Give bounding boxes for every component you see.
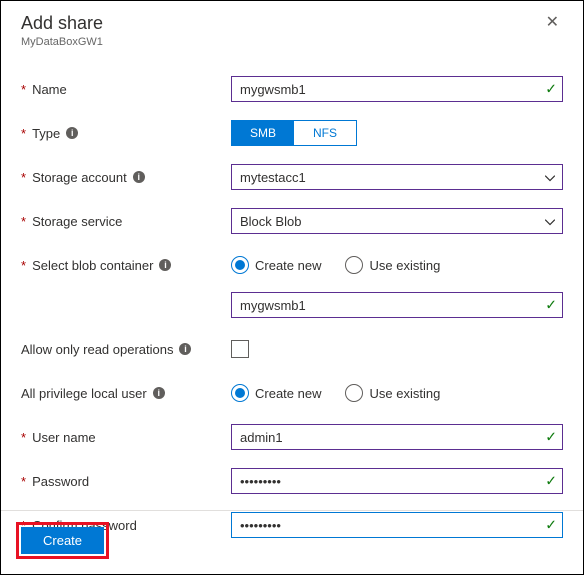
required-asterisk: * [21, 258, 26, 273]
radio-label: Create new [255, 258, 321, 273]
panel-title: Add share [21, 13, 103, 34]
allow-read-checkbox[interactable] [231, 340, 249, 358]
user-name-input[interactable] [231, 424, 563, 450]
radio-create-new[interactable]: Create new [231, 256, 321, 274]
radio-label: Use existing [369, 258, 440, 273]
storage-service-select[interactable]: Block Blob [231, 208, 563, 234]
info-icon: i [179, 343, 191, 355]
label-blob-container: Select blob container [32, 258, 153, 273]
label-privilege-user: All privilege local user [21, 386, 147, 401]
blob-container-radio-group: Create new Use existing [231, 256, 563, 274]
password-input[interactable] [231, 468, 563, 494]
required-asterisk: * [21, 82, 26, 97]
label-name: Name [32, 82, 67, 97]
info-icon: i [133, 171, 145, 183]
radio-create-new-user[interactable]: Create new [231, 384, 321, 402]
label-password: Password [32, 474, 89, 489]
radio-use-existing[interactable]: Use existing [345, 256, 440, 274]
create-button[interactable]: Create [21, 527, 104, 554]
required-asterisk: * [21, 170, 26, 185]
radio-label: Use existing [369, 386, 440, 401]
label-storage-account: Storage account [32, 170, 127, 185]
info-icon: i [159, 259, 171, 271]
container-name-input[interactable] [231, 292, 563, 318]
label-type: Type [32, 126, 60, 141]
storage-account-select[interactable]: mytestacc1 [231, 164, 563, 190]
panel-subtitle: MyDataBoxGW1 [21, 36, 103, 48]
type-option-nfs[interactable]: NFS [294, 121, 356, 145]
info-icon: i [66, 127, 78, 139]
type-option-smb[interactable]: SMB [232, 121, 294, 145]
name-input[interactable] [231, 76, 563, 102]
required-asterisk: * [21, 474, 26, 489]
required-asterisk: * [21, 430, 26, 445]
type-toggle: SMB NFS [231, 120, 357, 146]
radio-use-existing-user[interactable]: Use existing [345, 384, 440, 402]
privilege-user-radio-group: Create new Use existing [231, 384, 563, 402]
label-user-name: User name [32, 430, 96, 445]
radio-label: Create new [255, 386, 321, 401]
required-asterisk: * [21, 126, 26, 141]
close-icon[interactable]: ✕ [542, 13, 563, 33]
required-asterisk: * [21, 214, 26, 229]
label-allow-read: Allow only read operations [21, 342, 173, 357]
info-icon: i [153, 387, 165, 399]
label-storage-service: Storage service [32, 214, 122, 229]
